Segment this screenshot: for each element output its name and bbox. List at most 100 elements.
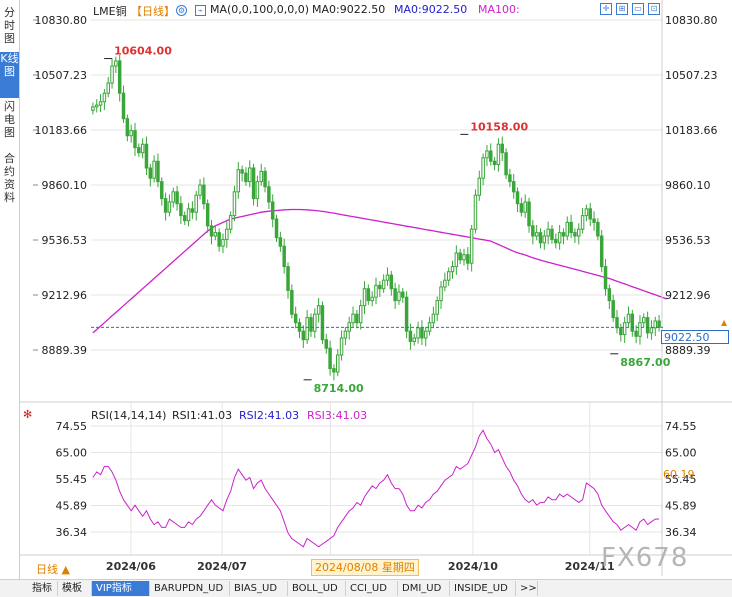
candle-body xyxy=(351,313,355,324)
candle-body xyxy=(286,266,290,291)
rsi-settings-icon[interactable]: ✻ xyxy=(23,408,32,421)
candle-body xyxy=(462,254,466,261)
toolbar-item[interactable]: DMI_UD xyxy=(398,581,450,596)
settings-icon[interactable]: ⚙ xyxy=(176,5,187,16)
candle-body xyxy=(446,271,451,281)
period-button[interactable]: 日线 ▲ xyxy=(36,561,70,577)
price-tick-label-left: 9536.53 xyxy=(42,234,88,247)
toolbar-item[interactable]: CCI_UD xyxy=(346,581,398,596)
candle-body xyxy=(454,252,459,268)
zoom-icon[interactable]: ⊞ xyxy=(616,3,628,15)
candle-body xyxy=(255,181,260,200)
candle-body xyxy=(412,337,416,342)
candle-body xyxy=(435,300,439,315)
expand-up-icon[interactable]: ▲ xyxy=(721,318,727,327)
tab-lightning[interactable]: 闪电图 xyxy=(0,100,19,146)
rsi-tick-label-left: 74.55 xyxy=(56,420,88,433)
rsi-current-label: 60.19 xyxy=(663,468,695,481)
chart-canvas[interactable]: 74.55 74.5565.00 65.0055.45 55.4545.89 45.89… xyxy=(19,0,732,579)
toolbar-item[interactable]: >> xyxy=(516,581,538,596)
watermark: FX678 xyxy=(601,543,689,573)
price-tick-label-right: 8889.39 xyxy=(665,344,711,357)
candle-body xyxy=(550,228,554,240)
toolbar-item[interactable]: BARUPDN_UD xyxy=(150,581,230,596)
toolbar-item[interactable]: 指标 xyxy=(28,581,58,596)
price-tick-label-left: 9860.10 xyxy=(42,179,88,192)
candle-body xyxy=(282,245,286,268)
candle-body xyxy=(305,317,309,341)
candle-body xyxy=(140,143,145,154)
price-tick-label-left: 9212.96 xyxy=(42,289,88,302)
candle-body xyxy=(324,339,329,349)
tab-kline[interactable]: K线图 xyxy=(0,52,19,98)
candle-body xyxy=(588,208,592,220)
candle-body xyxy=(557,232,562,244)
candle-body xyxy=(213,232,218,237)
minimize-icon[interactable]: ▭ xyxy=(632,3,644,15)
candle-body xyxy=(309,317,313,332)
price-tick-label-right: 9860.10 xyxy=(665,179,711,192)
date-tick-label: 2024/10 xyxy=(448,560,498,573)
tab-contract-info-label: 合约资料 xyxy=(4,152,15,204)
candle-body xyxy=(117,60,122,94)
candle-body xyxy=(251,167,256,200)
candle-body xyxy=(274,218,279,239)
price-tick-label-right: 10507.23 xyxy=(665,69,718,82)
candle-body xyxy=(393,288,397,302)
tab-kline-label: K线图 xyxy=(0,52,19,78)
toolbar-item[interactable]: BIAS_UD xyxy=(230,581,288,596)
candle-body xyxy=(270,201,275,220)
price-tick-label-left: 10830.80 xyxy=(35,14,88,27)
candle-body xyxy=(290,289,294,315)
candle-body xyxy=(137,147,141,154)
toolbar-item[interactable]: INSIDE_UD xyxy=(450,581,516,596)
candle-body xyxy=(450,266,455,273)
candle-body xyxy=(603,266,608,290)
candle-body xyxy=(362,288,367,307)
candle-body xyxy=(125,118,130,137)
candle-body xyxy=(263,170,267,188)
candle-body xyxy=(232,191,237,217)
candle-body xyxy=(458,252,462,261)
candle-body xyxy=(374,284,378,298)
candle-body xyxy=(171,191,175,203)
candle-body xyxy=(531,225,535,237)
toolbar-item[interactable]: VIP指标 xyxy=(92,581,150,596)
fullscreen-icon[interactable]: ⊡ xyxy=(648,3,660,15)
candle-body xyxy=(492,160,497,166)
candle-body xyxy=(619,327,623,336)
candle-body xyxy=(645,317,650,334)
candle-body xyxy=(179,203,183,217)
candle-body xyxy=(343,330,348,339)
candle-body xyxy=(565,221,570,237)
extreme-label: 8714.00 xyxy=(314,382,364,395)
toolbar-item[interactable]: 模板 xyxy=(58,581,92,596)
tab-contract-info[interactable]: 合约资料 xyxy=(0,152,19,212)
candle-body xyxy=(473,194,478,230)
ma100-path xyxy=(92,208,667,334)
candle-body xyxy=(114,60,118,67)
indicator-icon[interactable]: ⌁ xyxy=(195,5,206,16)
rsi-tick-label-left: 55.45 xyxy=(56,473,88,486)
candle-body xyxy=(489,150,493,162)
candle-body xyxy=(439,286,443,302)
candle-body xyxy=(240,169,244,174)
toolbar-item[interactable]: BOLL_UD xyxy=(288,581,346,596)
symbol-label: LME铜 xyxy=(93,5,127,18)
candle-body xyxy=(611,300,615,319)
candle-body xyxy=(106,82,110,94)
candle-body xyxy=(626,313,631,324)
tab-timeshare[interactable]: 分时图 xyxy=(0,6,19,52)
candle-body xyxy=(500,143,504,154)
price-tick-label-right: 10183.66 xyxy=(665,124,718,137)
candle-body xyxy=(554,238,558,244)
crosshair-icon[interactable]: ✛ xyxy=(600,3,612,15)
rsi-panel: 74.55 74.5565.00 65.0055.45 55.4545.89 45.89… xyxy=(56,420,697,548)
candle-body xyxy=(244,172,248,183)
ma100-value: MA100: xyxy=(478,3,520,16)
candle-body xyxy=(504,152,508,176)
candle-body xyxy=(202,184,206,205)
candles xyxy=(91,54,661,381)
candle-body xyxy=(401,291,405,298)
rsi-tick-label-left: 45.89 xyxy=(56,500,88,513)
